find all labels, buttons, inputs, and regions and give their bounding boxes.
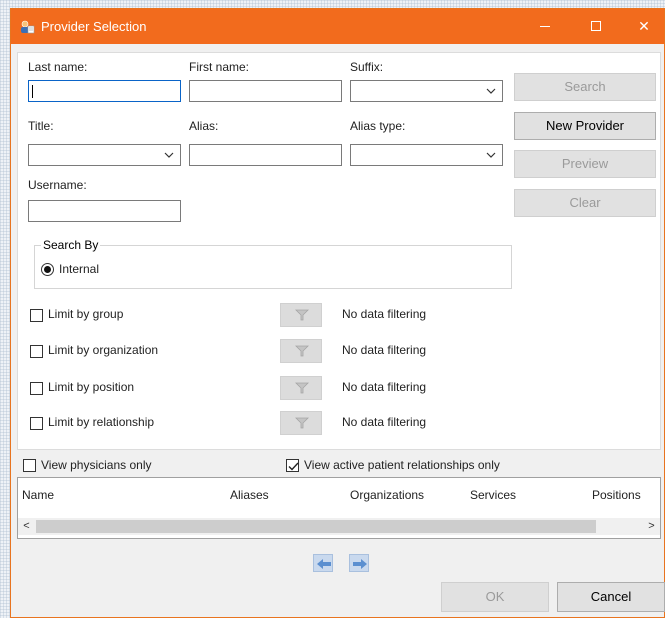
physicians-only-label[interactable]: View physicians only xyxy=(41,458,152,472)
last-name-input[interactable] xyxy=(28,80,181,102)
limit-organization-filter-button[interactable] xyxy=(280,339,322,363)
chevron-down-icon xyxy=(486,152,496,158)
search-by-group: Search By Internal xyxy=(34,238,512,289)
chevron-down-icon xyxy=(486,88,496,94)
internal-radio[interactable] xyxy=(41,263,54,276)
funnel-icon xyxy=(295,417,309,429)
limit-group-checkbox[interactable] xyxy=(30,309,43,322)
username-input[interactable] xyxy=(28,200,181,222)
search-button[interactable]: Search xyxy=(514,73,656,101)
arrow-left-icon xyxy=(317,559,331,569)
internal-radio-label[interactable]: Internal xyxy=(59,262,99,276)
limit-position-checkbox[interactable] xyxy=(30,382,43,395)
limit-relationship-label[interactable]: Limit by relationship xyxy=(48,415,154,429)
clear-button[interactable]: Clear xyxy=(514,189,656,217)
suffix-label: Suffix: xyxy=(350,60,384,74)
search-criteria-panel: Last name: First name: Suffix: Title: Al… xyxy=(17,52,661,450)
alias-type-label: Alias type: xyxy=(350,119,406,133)
limit-position-filter-button[interactable] xyxy=(280,376,322,400)
ok-button[interactable]: OK xyxy=(441,582,549,612)
limit-group-status: No data filtering xyxy=(342,307,427,321)
limit-relationship-status: No data filtering xyxy=(342,415,427,429)
column-header-aliases[interactable]: Aliases xyxy=(230,488,269,502)
radio-selected-dot xyxy=(44,266,51,273)
title-label: Title: xyxy=(28,119,54,133)
limit-relationship-filter-button[interactable] xyxy=(280,411,322,435)
limit-organization-label[interactable]: Limit by organization xyxy=(48,343,158,357)
provider-results-table[interactable]: Name Aliases Organizations Services Posi… xyxy=(17,477,661,539)
search-by-legend: Search By xyxy=(41,238,101,252)
username-label: Username: xyxy=(28,178,87,192)
limit-position-label[interactable]: Limit by position xyxy=(48,380,134,394)
limit-relationship-checkbox[interactable] xyxy=(30,417,43,430)
scroll-thumb[interactable] xyxy=(36,520,596,533)
first-name-label: First name: xyxy=(189,60,250,74)
funnel-icon xyxy=(295,309,309,321)
close-icon: ✕ xyxy=(638,18,650,34)
previous-page-button[interactable] xyxy=(313,554,333,572)
preview-button[interactable]: Preview xyxy=(514,150,656,178)
arrow-right-icon xyxy=(353,559,367,569)
alias-label: Alias: xyxy=(189,119,219,133)
title-select[interactable] xyxy=(28,144,181,166)
close-button[interactable]: ✕ xyxy=(621,9,665,44)
scroll-right-icon[interactable]: > xyxy=(643,518,660,535)
cancel-button[interactable]: Cancel xyxy=(557,582,665,612)
provider-selection-window: Provider Selection ✕ Last name: First na… xyxy=(10,8,665,618)
last-name-label: Last name: xyxy=(28,60,88,74)
maximize-icon xyxy=(591,21,601,31)
limit-group-label[interactable]: Limit by group xyxy=(48,307,123,321)
minimize-button[interactable] xyxy=(522,9,568,44)
limit-position-status: No data filtering xyxy=(342,380,427,394)
alias-type-select[interactable] xyxy=(350,144,503,166)
alias-input[interactable] xyxy=(189,144,342,166)
window-title: Provider Selection xyxy=(41,19,147,34)
text-caret xyxy=(32,85,33,98)
suffix-select[interactable] xyxy=(350,80,503,102)
horizontal-scrollbar[interactable]: < > xyxy=(18,518,660,535)
scroll-left-icon[interactable]: < xyxy=(18,518,35,535)
limit-organization-status: No data filtering xyxy=(342,343,427,357)
funnel-icon xyxy=(295,345,309,357)
title-bar[interactable]: Provider Selection ✕ xyxy=(11,9,664,44)
checkmark-icon xyxy=(288,462,299,471)
new-provider-button[interactable]: New Provider xyxy=(514,112,656,140)
maximize-button[interactable] xyxy=(573,9,619,44)
provider-app-icon xyxy=(19,19,35,35)
limit-organization-checkbox[interactable] xyxy=(30,345,43,358)
funnel-icon xyxy=(295,382,309,394)
column-header-services[interactable]: Services xyxy=(470,488,516,502)
column-header-name[interactable]: Name xyxy=(22,488,54,502)
next-page-button[interactable] xyxy=(349,554,369,572)
first-name-input[interactable] xyxy=(189,80,342,102)
active-relationships-label[interactable]: View active patient relationships only xyxy=(304,458,500,472)
column-header-positions[interactable]: Positions xyxy=(592,488,641,502)
physicians-only-checkbox[interactable] xyxy=(23,459,36,472)
active-relationships-checkbox[interactable] xyxy=(286,459,299,472)
column-header-organizations[interactable]: Organizations xyxy=(350,488,424,502)
minimize-icon xyxy=(540,26,550,27)
limit-group-filter-button[interactable] xyxy=(280,303,322,327)
chevron-down-icon xyxy=(164,152,174,158)
